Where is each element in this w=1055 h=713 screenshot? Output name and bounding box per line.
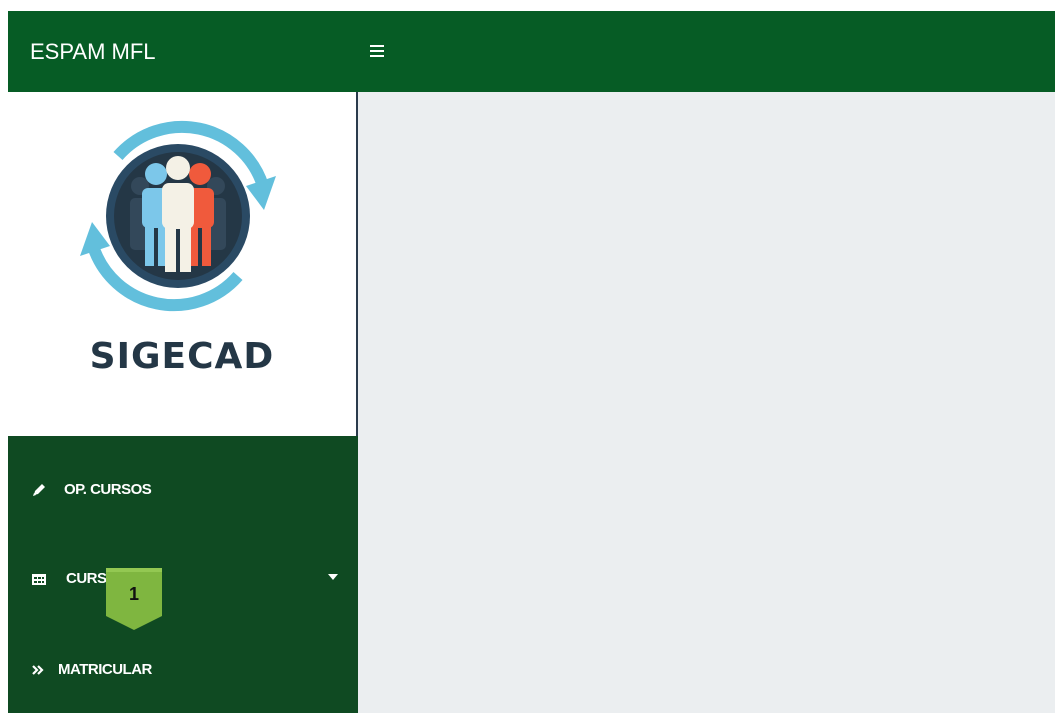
brand-title[interactable]: ESPAM MFL [30, 11, 156, 92]
caret-down-icon[interactable] [328, 574, 338, 580]
sidebar-item-label: OP. CURSOS [64, 481, 152, 498]
hamburger-menu-icon[interactable] [370, 45, 384, 57]
sidebar-item-matricular[interactable]: MATRICULAR [8, 650, 358, 690]
step-callout-badge: 1 [106, 568, 162, 630]
sigecad-logo-icon [80, 120, 276, 312]
logo-panel: SIGECAD [8, 92, 358, 436]
sidebar-item-label: MATRICULAR [58, 661, 152, 678]
top-navbar: ESPAM MFL [8, 11, 1055, 92]
logo-text: SIGECAD [89, 336, 275, 377]
pencil-icon [33, 484, 45, 496]
sidebar-item-op-cursos[interactable]: OP. CURSOS [8, 470, 358, 510]
step-number: 1 [128, 584, 139, 604]
table-icon [32, 574, 46, 585]
sidebar-item-cursos[interactable]: CURSOS [8, 559, 358, 599]
app-window: ESPAM MFL SIGECAD OP. CURSOS CURSOS MATR… [8, 11, 1055, 713]
sidebar: SIGECAD OP. CURSOS CURSOS MATRICULAR [8, 92, 358, 713]
double-chevron-right-icon [32, 665, 44, 675]
main-content-area [358, 92, 1055, 713]
